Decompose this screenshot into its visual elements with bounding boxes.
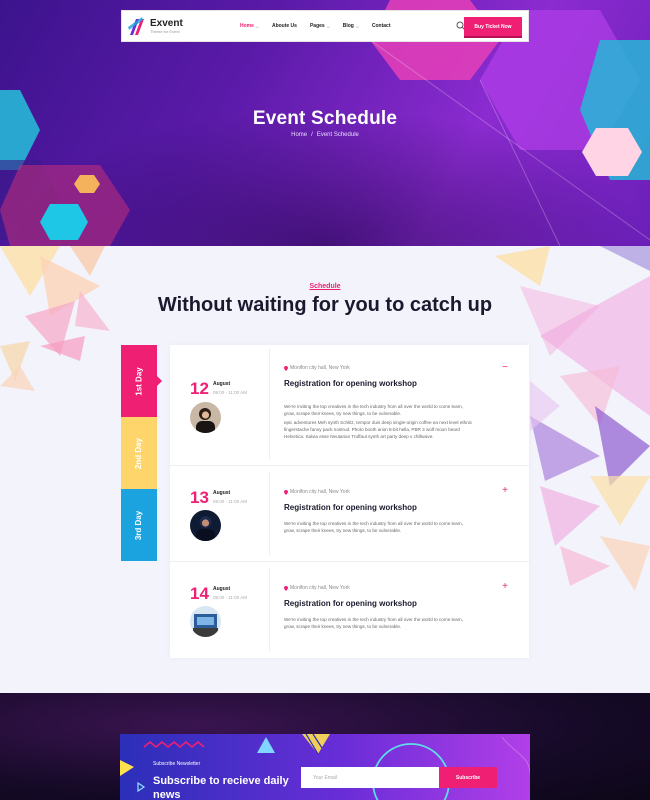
expand-icon[interactable]: + bbox=[500, 486, 510, 496]
nav-item-label: Contact bbox=[371, 23, 391, 29]
session-divider-vertical bbox=[269, 472, 270, 556]
nav-item-about[interactable]: Aboute Us bbox=[272, 23, 297, 29]
schedule-card: 12 August 09:00 - 11:00 AM Monlfon city … bbox=[170, 345, 529, 658]
breadcrumb: Home / Event Schedule bbox=[0, 132, 650, 138]
nav-item-home[interactable]: Home ⌵ bbox=[240, 23, 259, 29]
nav-item-label: Pages bbox=[309, 23, 325, 29]
session-title[interactable]: Registration for opening workshop bbox=[284, 379, 417, 388]
main-navbar: Exvent Theme for Event Home ⌵ Aboute Us P… bbox=[121, 10, 529, 42]
session-title[interactable]: Registration for opening workshop bbox=[284, 599, 417, 608]
tab-label: 1st Day bbox=[134, 366, 144, 396]
newsletter-box: Subscribe Newsletter Subscribe to reciev… bbox=[120, 734, 530, 800]
tab-label: 3rd Day bbox=[134, 510, 144, 540]
speaker-avatar bbox=[190, 606, 221, 637]
section-eyebrow: Schedule bbox=[309, 283, 341, 290]
session-time: 09:00 - 11:00 AM bbox=[213, 499, 247, 504]
brand-name: Exvent bbox=[150, 18, 183, 29]
brand-tagline: Theme for Event bbox=[150, 29, 180, 34]
session-time: 09:00 - 11:00 AM bbox=[213, 595, 247, 600]
nav-item-label: Home bbox=[240, 23, 254, 29]
session-location: Monlfon city hall, New York bbox=[284, 489, 350, 495]
brand-logo-icon bbox=[128, 17, 144, 35]
session-day: 13 bbox=[190, 488, 209, 507]
session-location-text: Monlfon city hall, New York bbox=[290, 489, 350, 495]
nav-item-label: Blog bbox=[342, 23, 354, 29]
tab-label: 2nd Day bbox=[134, 437, 144, 469]
session-title[interactable]: Registration for opening workshop bbox=[284, 503, 417, 512]
nav-menu: Home ⌵ Aboute Us Pages ⌵ Blog ⌵ Contact bbox=[240, 23, 404, 29]
schedule-session: 13 August 09:00 - 11:00 AM Monlfon city … bbox=[170, 466, 529, 561]
session-description: We're inviting the top creatives in the … bbox=[284, 404, 464, 416]
tab-day-3[interactable]: 3rd Day bbox=[121, 489, 157, 561]
session-divider-vertical bbox=[269, 568, 270, 652]
session-day: 12 bbox=[190, 379, 209, 398]
session-day: 14 bbox=[190, 584, 209, 603]
session-location-text: Monlfon city hall, New York bbox=[290, 365, 350, 371]
page-title: Event Schedule bbox=[252, 108, 398, 129]
session-description: We're inviting the top creatives in the … bbox=[284, 617, 464, 629]
breadcrumb-separator: / bbox=[311, 132, 313, 138]
subscribe-button[interactable]: Subscribe bbox=[439, 767, 497, 788]
nav-item-contact[interactable]: Contact bbox=[372, 23, 391, 29]
section-title: Without waiting for you to catch up bbox=[157, 294, 493, 316]
session-location: Monlfon city hall, New York bbox=[284, 365, 350, 371]
schedule-session: 14 August 09:00 - 11:00 AM Monlfon city … bbox=[170, 562, 529, 657]
session-description-extra: epic adventures Meh synth Schlitz, tempo… bbox=[284, 420, 473, 439]
location-pin-icon bbox=[284, 489, 288, 495]
speaker-avatar bbox=[190, 510, 221, 541]
nav-item-pages[interactable]: Pages ⌵ bbox=[310, 23, 330, 29]
buy-ticket-button[interactable]: Buy Ticket Now bbox=[464, 17, 522, 36]
session-month: August bbox=[213, 381, 231, 387]
nav-item-label: Aboute Us bbox=[271, 23, 297, 29]
session-time: 09:00 - 11:00 AM bbox=[213, 390, 247, 395]
session-month: August bbox=[213, 586, 231, 592]
newsletter-eyebrow: Subscribe Newsletter bbox=[153, 761, 201, 767]
location-pin-icon bbox=[284, 585, 288, 591]
session-location-text: Monlfon city hall, New York bbox=[290, 585, 350, 591]
email-field[interactable] bbox=[301, 767, 440, 788]
tab-day-2[interactable]: 2nd Day bbox=[121, 417, 157, 489]
chevron-down-icon: ⌵ bbox=[255, 23, 259, 29]
tab-day-1[interactable]: 1st Day bbox=[121, 345, 162, 417]
newsletter-title: Subscribe to recieve daily news bbox=[153, 775, 289, 800]
collapse-icon[interactable]: − bbox=[500, 363, 510, 373]
session-description: We're inviting the top creatives in the … bbox=[284, 521, 464, 533]
schedule-session: 12 August 09:00 - 11:00 AM Monlfon city … bbox=[170, 345, 529, 465]
chevron-down-icon: ⌵ bbox=[355, 23, 359, 29]
breadcrumb-current: Event Schedule bbox=[316, 132, 359, 138]
session-divider-vertical bbox=[269, 349, 270, 459]
breadcrumb-home[interactable]: Home bbox=[291, 132, 307, 138]
nav-item-blog[interactable]: Blog ⌵ bbox=[343, 23, 359, 29]
chevron-down-icon: ⌵ bbox=[326, 23, 330, 29]
session-location: Monlfon city hall, New York bbox=[284, 585, 350, 591]
expand-icon[interactable]: + bbox=[500, 582, 510, 592]
location-pin-icon bbox=[284, 365, 288, 371]
brand-logo[interactable]: Exvent Theme for Event bbox=[128, 15, 228, 37]
session-month: August bbox=[213, 490, 231, 496]
speaker-avatar bbox=[190, 402, 221, 433]
